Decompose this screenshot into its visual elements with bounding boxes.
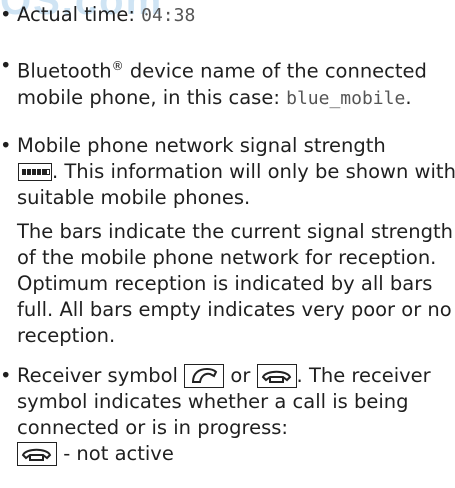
receiver-inactive-icon	[256, 364, 297, 388]
or-text: or	[224, 364, 257, 387]
signal-strength-icon	[18, 163, 52, 181]
list-item-time: • Actual time: 04:38	[0, 2, 195, 29]
time-value: 04:38	[141, 5, 196, 26]
registered-mark: ®	[111, 59, 124, 73]
list-item-device-name: • Bluetooth® device name of the connecte…	[0, 53, 455, 112]
bullet: •	[0, 3, 12, 26]
bullet: •	[0, 364, 12, 387]
signal-label: Mobile phone network signal strength	[17, 134, 386, 157]
time-label: Actual time:	[17, 3, 142, 26]
receiver-label: Receiver symbol	[17, 364, 185, 387]
bullet: •	[0, 54, 12, 77]
device-label: Bluetooth	[17, 59, 112, 83]
signal-explanation: The bars indicate the current signal str…	[17, 220, 454, 347]
signal-note: . This information will only be shown wi…	[17, 160, 455, 209]
bullet: •	[0, 134, 12, 157]
device-name-value: blue_mobile	[286, 87, 406, 109]
list-item-signal: • Mobile phone network signal strength .…	[0, 133, 455, 349]
list-item-receiver: • Receiver symbol or . The receiver symb…	[0, 363, 455, 467]
receiver-inactive-icon	[17, 442, 57, 466]
device-tail: .	[405, 85, 412, 109]
receiver-active-icon	[184, 364, 225, 388]
not-active-text: - not active	[57, 442, 174, 465]
